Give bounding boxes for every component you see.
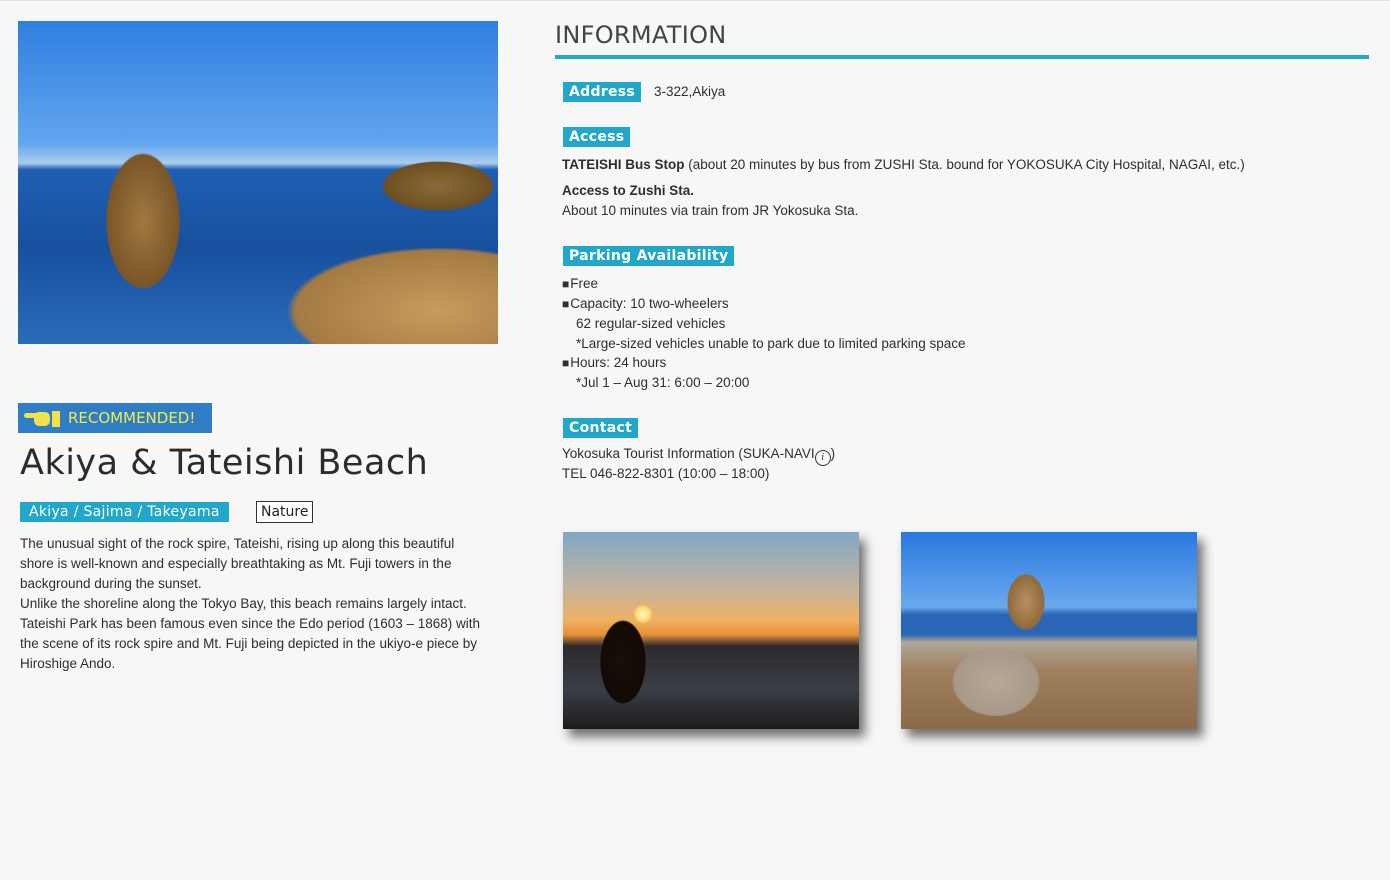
access-bus-line: TATEISHI Bus Stop (about 20 minutes by b… bbox=[562, 155, 1245, 175]
zushi-access-heading: Access to Zushi Sta. bbox=[562, 183, 695, 198]
parking-large-note: *Large-sized vehicles unable to park due… bbox=[576, 336, 966, 351]
address-value: 3-322,Akiya bbox=[654, 84, 726, 99]
contact-label: Contact bbox=[563, 418, 639, 438]
information-divider bbox=[555, 55, 1369, 59]
address-label: Address bbox=[563, 82, 642, 102]
description-text: The unusual sight of the rock spire, Tat… bbox=[20, 536, 481, 671]
parking-label: Parking Availability bbox=[563, 246, 735, 266]
parking-summer-note: *Jul 1 – Aug 31: 6:00 – 20:00 bbox=[576, 375, 750, 390]
sunset-photo[interactable] bbox=[563, 532, 859, 729]
monument-stone-photo[interactable] bbox=[901, 532, 1197, 729]
parking-free-text: Free bbox=[570, 276, 599, 291]
area-tag[interactable]: Akiya / Sajima / Takeyama bbox=[20, 502, 229, 522]
zushi-access-detail: About 10 minutes via train from JR Yokos… bbox=[562, 203, 859, 218]
recommended-badge: RECOMMENDED! bbox=[18, 403, 212, 433]
parking-hours: Hours: 24 hours bbox=[562, 353, 666, 373]
information-heading: INFORMATION bbox=[555, 21, 727, 49]
info-icon[interactable]: i bbox=[814, 450, 831, 466]
tateishi-rock-photo bbox=[18, 21, 498, 344]
contact-name-suffix: ) bbox=[830, 446, 836, 461]
category-tag[interactable]: Nature bbox=[256, 501, 314, 523]
recommended-label: RECOMMENDED! bbox=[68, 409, 196, 427]
parking-capacity: Capacity: 10 two-wheelers bbox=[562, 294, 729, 314]
bus-stop-name: TATEISHI Bus Stop bbox=[562, 157, 685, 172]
page-title: Akiya & Tateishi Beach bbox=[20, 443, 429, 483]
parking-free: Free bbox=[562, 274, 598, 294]
parking-hours-text: Hours: 24 hours bbox=[570, 355, 667, 370]
parking-regular: 62 regular-sized vehicles bbox=[576, 316, 726, 331]
access-label: Access bbox=[563, 127, 631, 147]
contact-name-text: Yokosuka Tourist Information (SUKA-NAVI bbox=[562, 446, 815, 461]
bus-stop-detail: (about 20 minutes by bus from ZUSHI Sta.… bbox=[684, 157, 1245, 172]
parking-capacity-text: Capacity: 10 two-wheelers bbox=[570, 296, 729, 311]
contact-tel: TEL 046-822-8301 (10:00 – 18:00) bbox=[562, 466, 770, 481]
contact-name: Yokosuka Tourist Information (SUKA-NAVI i… bbox=[562, 444, 835, 466]
pointing-hand-icon bbox=[24, 409, 62, 427]
